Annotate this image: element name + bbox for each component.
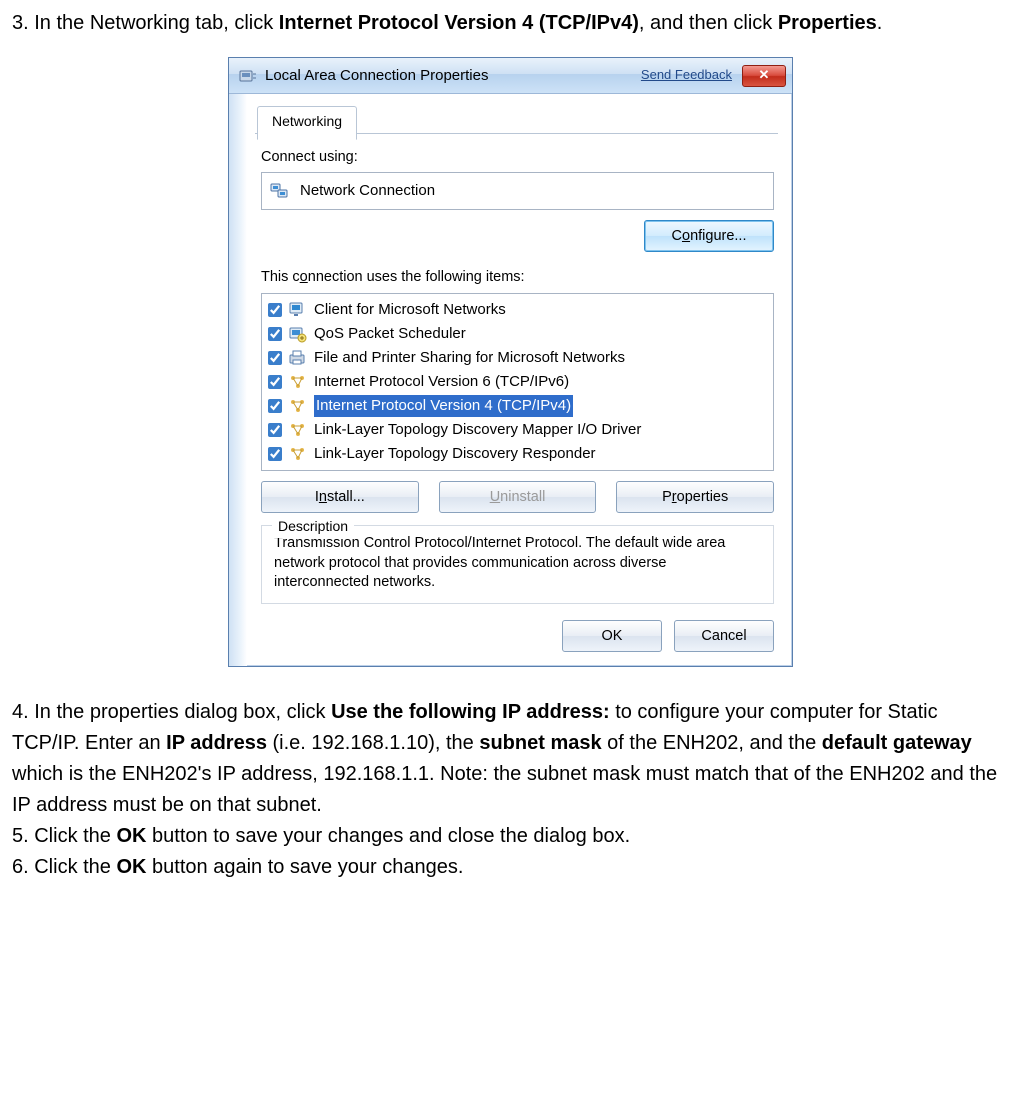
tab-strip: Networking xyxy=(255,102,778,134)
step-5: 5. Click the OK button to save your chan… xyxy=(12,821,1009,852)
protocol-icon xyxy=(288,421,308,439)
step-4: 4. In the properties dialog box, click U… xyxy=(12,697,1009,821)
protocol-icon xyxy=(288,373,308,391)
description-groupbox: Description Transmission Control Protoco… xyxy=(261,525,774,604)
item-label: Client for Microsoft Networks xyxy=(314,299,506,321)
list-item[interactable]: Link-Layer Topology Discovery Mapper I/O… xyxy=(264,418,771,442)
ok-button[interactable]: OK xyxy=(562,620,662,652)
step-3-bold1: Internet Protocol Version 4 (TCP/IPv4) xyxy=(279,12,639,34)
file-printer-icon xyxy=(288,349,308,367)
dialog-title: Local Area Connection Properties xyxy=(265,64,641,87)
tab-networking[interactable]: Networking xyxy=(257,106,357,140)
titlebar[interactable]: Local Area Connection Properties Send Fe… xyxy=(229,58,792,94)
step-3-bold2: Properties xyxy=(778,12,877,34)
item-label-selected: Internet Protocol Version 4 (TCP/IPv4) xyxy=(314,395,573,417)
configure-button[interactable]: Configure... xyxy=(644,220,774,252)
connection-name-field[interactable]: Network Connection xyxy=(261,172,774,209)
list-item[interactable]: QoS Packet Scheduler xyxy=(264,322,771,346)
description-title: Description xyxy=(272,516,354,538)
screenshot-container: Local Area Connection Properties Send Fe… xyxy=(12,57,1009,667)
close-button[interactable]: ✕ xyxy=(742,65,786,87)
dialog-body: Networking Connect using: Network Connec… xyxy=(229,94,792,666)
client-icon xyxy=(288,301,308,319)
item-checkbox[interactable] xyxy=(268,375,282,389)
list-item[interactable]: Link-Layer Topology Discovery Responder xyxy=(264,442,771,466)
step-6: 6. Click the OK button again to save you… xyxy=(12,852,1009,883)
cancel-button[interactable]: Cancel xyxy=(674,620,774,652)
list-item[interactable]: File and Printer Sharing for Microsoft N… xyxy=(264,346,771,370)
uninstall-button: Uninstall xyxy=(439,481,597,513)
send-feedback-link[interactable]: Send Feedback xyxy=(641,65,732,85)
item-label: Internet Protocol Version 6 (TCP/IPv6) xyxy=(314,371,569,393)
step-3-pre: 3. In the Networking tab, click xyxy=(12,12,279,34)
install-button[interactable]: Install... xyxy=(261,481,419,513)
item-checkbox[interactable] xyxy=(268,399,282,413)
protocol-icon xyxy=(288,445,308,463)
network-connection-icon xyxy=(270,182,290,200)
list-item[interactable]: Internet Protocol Version 4 (TCP/IPv4) xyxy=(264,394,771,418)
item-label: Link-Layer Topology Discovery Responder xyxy=(314,443,596,465)
connection-properties-dialog: Local Area Connection Properties Send Fe… xyxy=(228,57,793,667)
item-label: File and Printer Sharing for Microsoft N… xyxy=(314,347,625,369)
items-label: This connection uses the following items… xyxy=(261,266,778,288)
step-3: 3. In the Networking tab, click Internet… xyxy=(12,8,1009,39)
item-checkbox[interactable] xyxy=(268,327,282,341)
step-3-post: . xyxy=(877,12,883,34)
connection-name-text: Network Connection xyxy=(300,179,435,202)
connection-items-listbox[interactable]: Client for Microsoft Networks QoS Packet… xyxy=(261,293,774,471)
item-checkbox[interactable] xyxy=(268,303,282,317)
item-checkbox[interactable] xyxy=(268,423,282,437)
step-3-mid: , and then click xyxy=(639,12,778,34)
item-checkbox[interactable] xyxy=(268,351,282,365)
qos-icon xyxy=(288,325,308,343)
left-glass-strip xyxy=(229,94,247,666)
list-item[interactable]: Internet Protocol Version 6 (TCP/IPv6) xyxy=(264,370,771,394)
properties-button[interactable]: Properties xyxy=(616,481,774,513)
item-label: Link-Layer Topology Discovery Mapper I/O… xyxy=(314,419,641,441)
item-checkbox[interactable] xyxy=(268,447,282,461)
description-text: Transmission Control Protocol/Internet P… xyxy=(274,534,761,593)
item-label: QoS Packet Scheduler xyxy=(314,323,466,345)
protocol-icon xyxy=(288,397,308,415)
list-item[interactable]: Client for Microsoft Networks xyxy=(264,298,771,322)
close-icon: ✕ xyxy=(759,65,770,85)
network-adapter-icon xyxy=(239,68,257,84)
connect-using-label: Connect using: xyxy=(261,146,778,168)
